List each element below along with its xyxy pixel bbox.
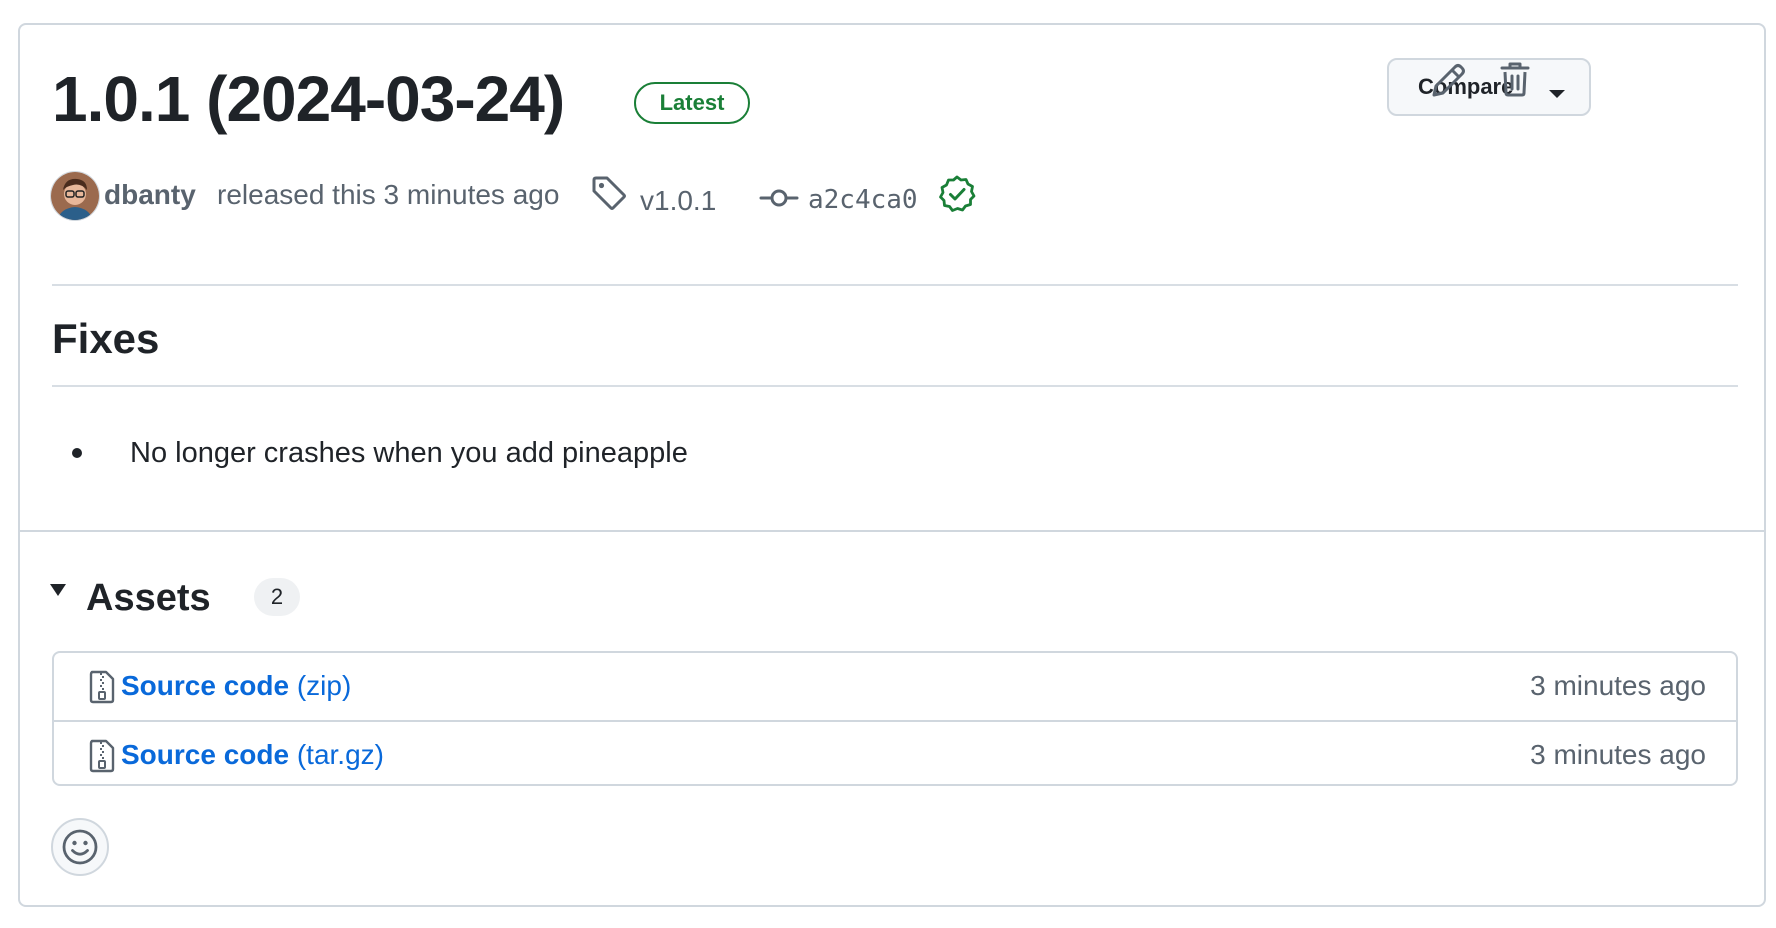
latest-badge: Latest <box>634 82 750 124</box>
author-link[interactable]: dbanty <box>104 179 196 211</box>
divider <box>52 385 1738 387</box>
avatar-image <box>51 172 99 220</box>
assets-list: Source code (zip) 3 minutes ago Source c… <box>52 651 1738 786</box>
bullet-icon <box>72 448 82 458</box>
pencil-icon <box>1432 64 1465 97</box>
avatar[interactable] <box>50 171 100 221</box>
smiley-icon <box>62 829 98 865</box>
asset-name: Source code <box>121 670 290 701</box>
tag-link[interactable]: v1.0.1 <box>640 185 716 217</box>
notes-heading: Fixes <box>52 315 160 362</box>
file-zip-icon <box>89 670 115 704</box>
release-meta: dbanty released this 3 minutes ago v1.0.… <box>20 171 1764 221</box>
asset-time: 3 minutes ago <box>1530 739 1706 770</box>
assets-count-badge: 2 <box>254 578 300 616</box>
edit-button[interactable] <box>1424 57 1472 110</box>
delete-button[interactable] <box>1491 57 1539 110</box>
commit-icon <box>759 189 799 207</box>
asset-link-targz[interactable]: Source code (tar.gz) <box>121 739 384 771</box>
asset-name: Source code <box>121 739 290 770</box>
asset-ext: (tar.gz) <box>296 739 384 770</box>
asset-time: 3 minutes ago <box>1530 670 1706 701</box>
chevron-down-icon <box>1549 90 1565 98</box>
release-card: 1.0.1 (2024-03-24) Latest Compare dbanty… <box>18 23 1766 907</box>
verified-badge-icon[interactable] <box>937 174 977 214</box>
trash-icon <box>1500 62 1530 97</box>
divider <box>52 284 1738 286</box>
asset-link-zip[interactable]: Source code (zip) <box>121 670 351 702</box>
list-item-text: No longer crashes when you add pineapple <box>130 437 688 469</box>
section-divider <box>20 530 1764 532</box>
compare-button[interactable]: Compare <box>1387 58 1591 116</box>
release-title[interactable]: 1.0.1 (2024-03-24) <box>52 59 565 139</box>
asset-row: Source code (zip) 3 minutes ago <box>54 653 1736 719</box>
tag-icon <box>592 176 626 210</box>
assets-heading[interactable]: Assets <box>86 573 211 623</box>
commit-sha-link[interactable]: a2c4ca0 <box>808 185 918 215</box>
list-item: No longer crashes when you add pineapple <box>72 433 688 473</box>
caret-down-icon[interactable] <box>48 579 68 599</box>
notes-list: No longer crashes when you add pineapple <box>72 433 688 473</box>
asset-ext: (zip) <box>296 670 352 701</box>
asset-row: Source code (tar.gz) 3 minutes ago <box>54 720 1736 788</box>
add-reaction-button[interactable] <box>51 818 109 876</box>
file-zip-icon <box>89 739 115 773</box>
released-text: released this 3 minutes ago <box>217 179 560 210</box>
